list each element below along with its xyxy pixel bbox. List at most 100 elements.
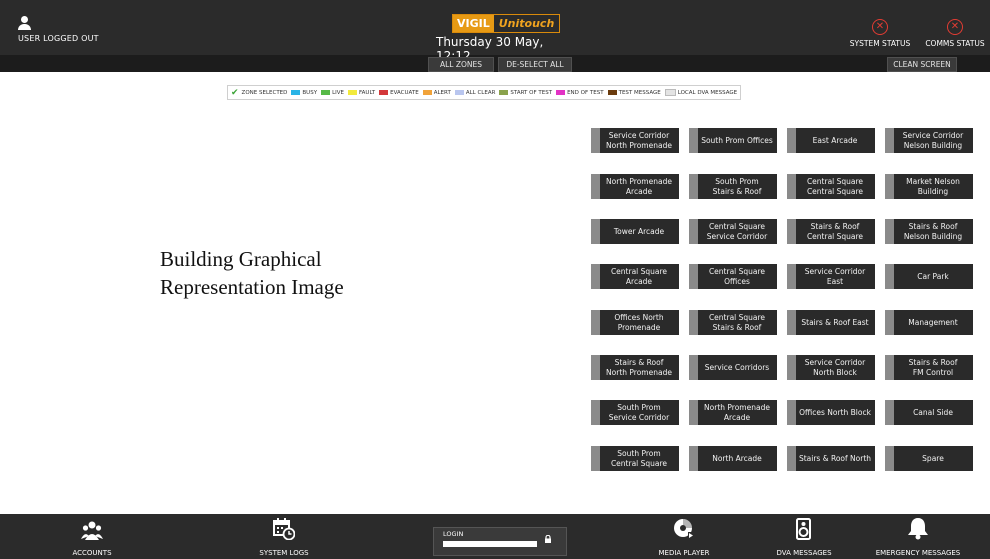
legend-swatch <box>499 90 509 95</box>
legend-item: START OF TEST <box>499 90 552 96</box>
comms-status-error-icon: ✕ <box>947 19 963 35</box>
zone-button[interactable]: Central Square Stairs & Roof <box>689 310 777 335</box>
accounts-icon <box>81 521 103 540</box>
zone-label: Spare <box>922 453 944 463</box>
legend-label: LIVE <box>332 89 344 96</box>
zone-label: Central Square Service Corridor <box>706 222 768 241</box>
deselect-all-button[interactable]: DE-SELECT ALL <box>498 57 572 72</box>
zone-button[interactable]: Service Corridor North Block <box>787 355 875 380</box>
zone-button[interactable]: Service Corridor East <box>787 264 875 289</box>
login-panel: LOGIN <box>433 527 567 556</box>
zone-button[interactable]: Stairs & Roof Central Square <box>787 219 875 244</box>
legend-label: TEST MESSAGE <box>618 89 661 96</box>
zone-button[interactable]: Service Corridor North Promenade <box>591 128 679 153</box>
zone-label: Central Square Offices <box>708 267 766 286</box>
zone-label: South Prom Stairs & Roof <box>712 177 762 196</box>
zone-label: Central Square Central Square <box>806 177 864 196</box>
zone-button[interactable]: Offices North Promenade <box>591 310 679 335</box>
zone-label: Service Corridor East <box>804 267 866 286</box>
zone-label: Market Nelson Building <box>906 177 960 196</box>
zone-label: Stairs & Roof North <box>798 453 872 463</box>
zone-button[interactable]: Canal Side <box>885 400 973 425</box>
legend-swatch <box>556 90 566 95</box>
zone-button[interactable]: Central Square Central Square <box>787 174 875 199</box>
legend-swatch <box>607 90 617 95</box>
dva-messages-label: DVA MESSAGES <box>776 549 832 557</box>
zone-button[interactable]: North Promenade Arcade <box>591 174 679 199</box>
zone-label: Service Corridors <box>704 362 770 372</box>
zone-button[interactable]: Stairs & Roof North Promenade <box>591 355 679 380</box>
zone-label: Stairs & Roof East <box>801 317 869 327</box>
legend-swatch <box>454 90 464 95</box>
user-status[interactable]: USER LOGGED OUT <box>18 16 99 43</box>
zone-label: Tower Arcade <box>613 226 665 236</box>
zone-label: Car Park <box>917 271 949 281</box>
zone-label: East Arcade <box>812 135 858 145</box>
zone-button[interactable]: East Arcade <box>787 128 875 153</box>
zone-label: Stairs & Roof FM Control <box>908 358 958 377</box>
zone-label: Central Square Arcade <box>610 267 668 286</box>
emergency-messages-button[interactable]: EMERGENCY MESSAGES <box>868 514 968 559</box>
zone-button[interactable]: Stairs & Roof North <box>787 446 875 471</box>
zone-label: South Prom Offices <box>701 135 773 145</box>
legend-item: BUSY <box>291 90 317 96</box>
zone-button[interactable]: Service Corridor Nelson Building <box>885 128 973 153</box>
system-logs-button[interactable]: SYSTEM LOGS <box>228 514 340 559</box>
legend-item: FAULT <box>348 90 375 96</box>
zone-button[interactable]: South Prom Central Square <box>591 446 679 471</box>
zone-button[interactable]: Offices North Block <box>787 400 875 425</box>
comms-status[interactable]: ✕ COMMS STATUS <box>922 19 988 48</box>
clean-screen-button[interactable]: CLEAN SCREEN <box>887 57 957 72</box>
zone-label: North Promenade Arcade <box>606 177 672 196</box>
zone-label: Central Square Stairs & Roof <box>708 313 766 332</box>
zone-button[interactable]: South Prom Service Corridor <box>591 400 679 425</box>
zone-button[interactable]: Central Square Offices <box>689 264 777 289</box>
zone-button[interactable]: Stairs & Roof Nelson Building <box>885 219 973 244</box>
zone-button[interactable]: Management <box>885 310 973 335</box>
all-zones-button[interactable]: ALL ZONES <box>428 57 494 72</box>
system-status[interactable]: ✕ SYSTEM STATUS <box>848 19 912 48</box>
zone-button[interactable]: Spare <box>885 446 973 471</box>
zone-button[interactable]: Market Nelson Building <box>885 174 973 199</box>
zone-button[interactable]: Central Square Service Corridor <box>689 219 777 244</box>
speaker-icon <box>796 518 811 540</box>
zone-button[interactable]: Tower Arcade <box>591 219 679 244</box>
zone-label: Service Corridor North Block <box>804 358 866 377</box>
zone-label: North Arcade <box>712 453 762 463</box>
legend-swatch <box>379 90 389 95</box>
system-status-label: SYSTEM STATUS <box>849 39 911 48</box>
media-player-button[interactable]: MEDIA PLAYER <box>645 514 723 559</box>
check-icon: ✔ <box>231 87 239 98</box>
lock-icon[interactable] <box>544 535 552 543</box>
zone-button[interactable]: Central Square Arcade <box>591 264 679 289</box>
legend-label: FAULT <box>359 89 376 96</box>
legend-label: EVACUATE <box>390 89 419 96</box>
dva-messages-button[interactable]: DVA MESSAGES <box>768 514 840 559</box>
login-input[interactable] <box>443 541 537 547</box>
legend-item: LIVE <box>321 90 344 96</box>
legend-label: END OF TEST <box>567 89 604 96</box>
accounts-label: ACCOUNTS <box>72 549 112 557</box>
zone-button[interactable]: North Arcade <box>689 446 777 471</box>
legend-item: LOCAL DVA MESSAGE <box>664 89 737 96</box>
zone-button[interactable]: North Promenade Arcade <box>689 400 777 425</box>
legend-item: ✔ ZONE SELECTED <box>231 88 287 98</box>
login-label: LOGIN <box>443 530 464 538</box>
legend-label: ZONE SELECTED <box>241 89 288 96</box>
zone-button[interactable]: Stairs & Roof FM Control <box>885 355 973 380</box>
zone-button[interactable]: Stairs & Roof East <box>787 310 875 335</box>
legend-swatch <box>321 90 331 95</box>
accounts-button[interactable]: ACCOUNTS <box>55 514 129 559</box>
zone-button[interactable]: South Prom Offices <box>689 128 777 153</box>
zone-button[interactable]: Car Park <box>885 264 973 289</box>
user-icon <box>18 16 32 32</box>
legend-label: ALL CLEAR <box>465 89 496 96</box>
zone-label: South Prom Service Corridor <box>608 403 670 422</box>
zone-button[interactable]: South Prom Stairs & Roof <box>689 174 777 199</box>
zone-label: Service Corridor North Promenade <box>606 131 672 150</box>
zone-button[interactable]: Service Corridors <box>689 355 777 380</box>
media-player-label: MEDIA PLAYER <box>658 549 710 557</box>
emergency-messages-label: EMERGENCY MESSAGES <box>875 549 961 557</box>
system-status-error-icon: ✕ <box>872 19 888 35</box>
user-status-label: USER LOGGED OUT <box>18 34 99 43</box>
